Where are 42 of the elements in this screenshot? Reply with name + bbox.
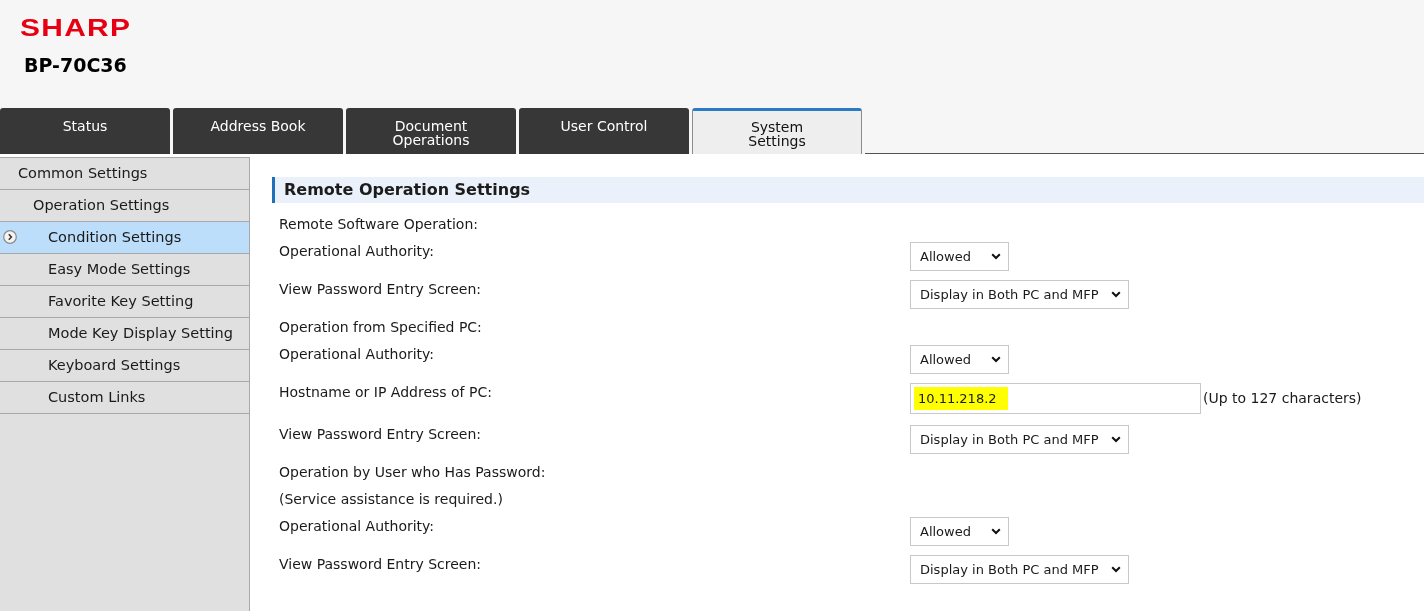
brand-logo: SHARP — [20, 15, 132, 41]
setting-label: Operational Authority: — [279, 345, 436, 363]
chevron-down-icon — [1110, 436, 1121, 443]
input-value: 10.11.218.2 — [914, 387, 1008, 410]
chevron-right-circle-icon — [3, 230, 17, 244]
chevron-down-icon — [1110, 291, 1121, 298]
nav-tab[interactable]: Status — [0, 108, 170, 154]
group-heading: (Service assistance is required.) — [279, 490, 503, 508]
select-dropdown[interactable]: Allowed — [910, 242, 1009, 271]
sidebar-item[interactable]: Favorite Key Setting — [0, 286, 249, 318]
model-name: BP-70C36 — [24, 53, 127, 77]
chevron-down-icon — [1110, 566, 1121, 573]
group-heading: Operation from Specified PC: — [279, 318, 482, 336]
nav-tab[interactable]: Address Book — [173, 108, 343, 154]
sidebar-item[interactable]: Condition Settings — [0, 222, 249, 254]
text-input[interactable]: 10.11.218.2 — [910, 383, 1201, 414]
select-dropdown[interactable]: Display in Both PC and MFP — [910, 555, 1129, 584]
nav-tab[interactable]: User Control — [519, 108, 689, 154]
chevron-down-icon — [991, 253, 1001, 260]
chevron-down-icon — [991, 356, 1001, 363]
setting-label: Operational Authority: — [279, 242, 436, 260]
nav-tab[interactable]: Document Operations — [346, 108, 516, 154]
select-dropdown[interactable]: Display in Both PC and MFP — [910, 280, 1129, 309]
section-title: Remote Operation Settings — [272, 177, 1424, 203]
setting-label: View Password Entry Screen: — [279, 280, 483, 298]
setting-label: Operational Authority: — [279, 517, 436, 535]
setting-label: View Password Entry Screen: — [279, 555, 483, 573]
sidebar-item[interactable]: Mode Key Display Setting — [0, 318, 249, 350]
select-dropdown[interactable]: Allowed — [910, 345, 1009, 374]
sidebar-item[interactable]: Easy Mode Settings — [0, 254, 249, 286]
select-dropdown[interactable]: Allowed — [910, 517, 1009, 546]
select-dropdown[interactable]: Display in Both PC and MFP — [910, 425, 1129, 454]
sidebar-item[interactable]: Keyboard Settings — [0, 350, 249, 382]
sidebar-item[interactable]: Custom Links — [0, 382, 249, 414]
field-hint: (Up to 127 characters) — [1203, 389, 1362, 408]
setting-label: Hostname or IP Address of PC: — [279, 383, 493, 401]
group-heading: Remote Software Operation: — [279, 215, 479, 233]
setting-label: View Password Entry Screen: — [279, 425, 483, 443]
nav-tab[interactable]: System Settings — [692, 108, 862, 154]
group-heading: Operation by User who Has Password: — [279, 463, 546, 481]
sidebar-item[interactable]: Common Settings — [0, 158, 249, 190]
chevron-down-icon — [991, 528, 1001, 535]
